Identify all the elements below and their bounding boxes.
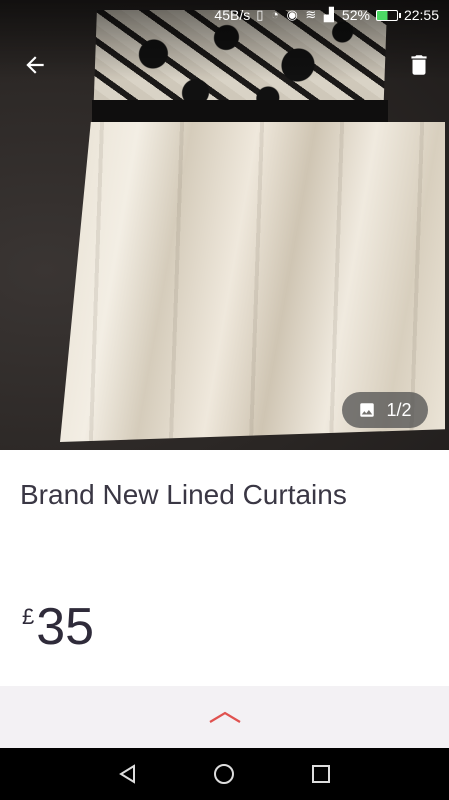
trash-icon xyxy=(411,55,427,75)
nav-home-button[interactable] xyxy=(204,754,244,794)
system-nav-bar xyxy=(0,748,449,800)
circle-home-icon xyxy=(214,764,235,784)
status-bar: 45B/s ▯ ◔ ◉ ≋ ▟ 52% 22:55 xyxy=(0,0,449,30)
battery-icon xyxy=(375,9,401,21)
currency-symbol: £ xyxy=(22,604,35,629)
battery-percent: 52% xyxy=(341,7,370,23)
price-amount: 35 xyxy=(36,598,95,656)
gallery-counter-text: 1/2 xyxy=(386,399,412,420)
image-icon xyxy=(360,403,375,417)
gallery-counter[interactable]: 1/2 xyxy=(342,392,428,428)
expand-details-bar[interactable] xyxy=(0,686,449,748)
network-speed: 45B/s xyxy=(214,7,251,23)
square-recents-icon xyxy=(311,765,330,783)
listing-price: £ 35 xyxy=(22,598,94,656)
clock: 22:55 xyxy=(403,7,439,23)
chevron-up-icon xyxy=(208,711,241,723)
status-icons: ▯ ◔ ◉ ≋ ▟ xyxy=(256,7,336,22)
listing-title: Brand New Lined Curtains xyxy=(20,479,347,510)
nav-recents-button[interactable] xyxy=(301,754,341,794)
listing-photo[interactable] xyxy=(0,0,449,450)
triangle-back-icon xyxy=(119,764,136,784)
curtain-band xyxy=(92,100,388,124)
back-button[interactable] xyxy=(18,48,52,82)
arrow-left-icon xyxy=(26,56,44,74)
delete-button[interactable] xyxy=(402,48,436,82)
nav-back-button[interactable] xyxy=(108,754,148,794)
